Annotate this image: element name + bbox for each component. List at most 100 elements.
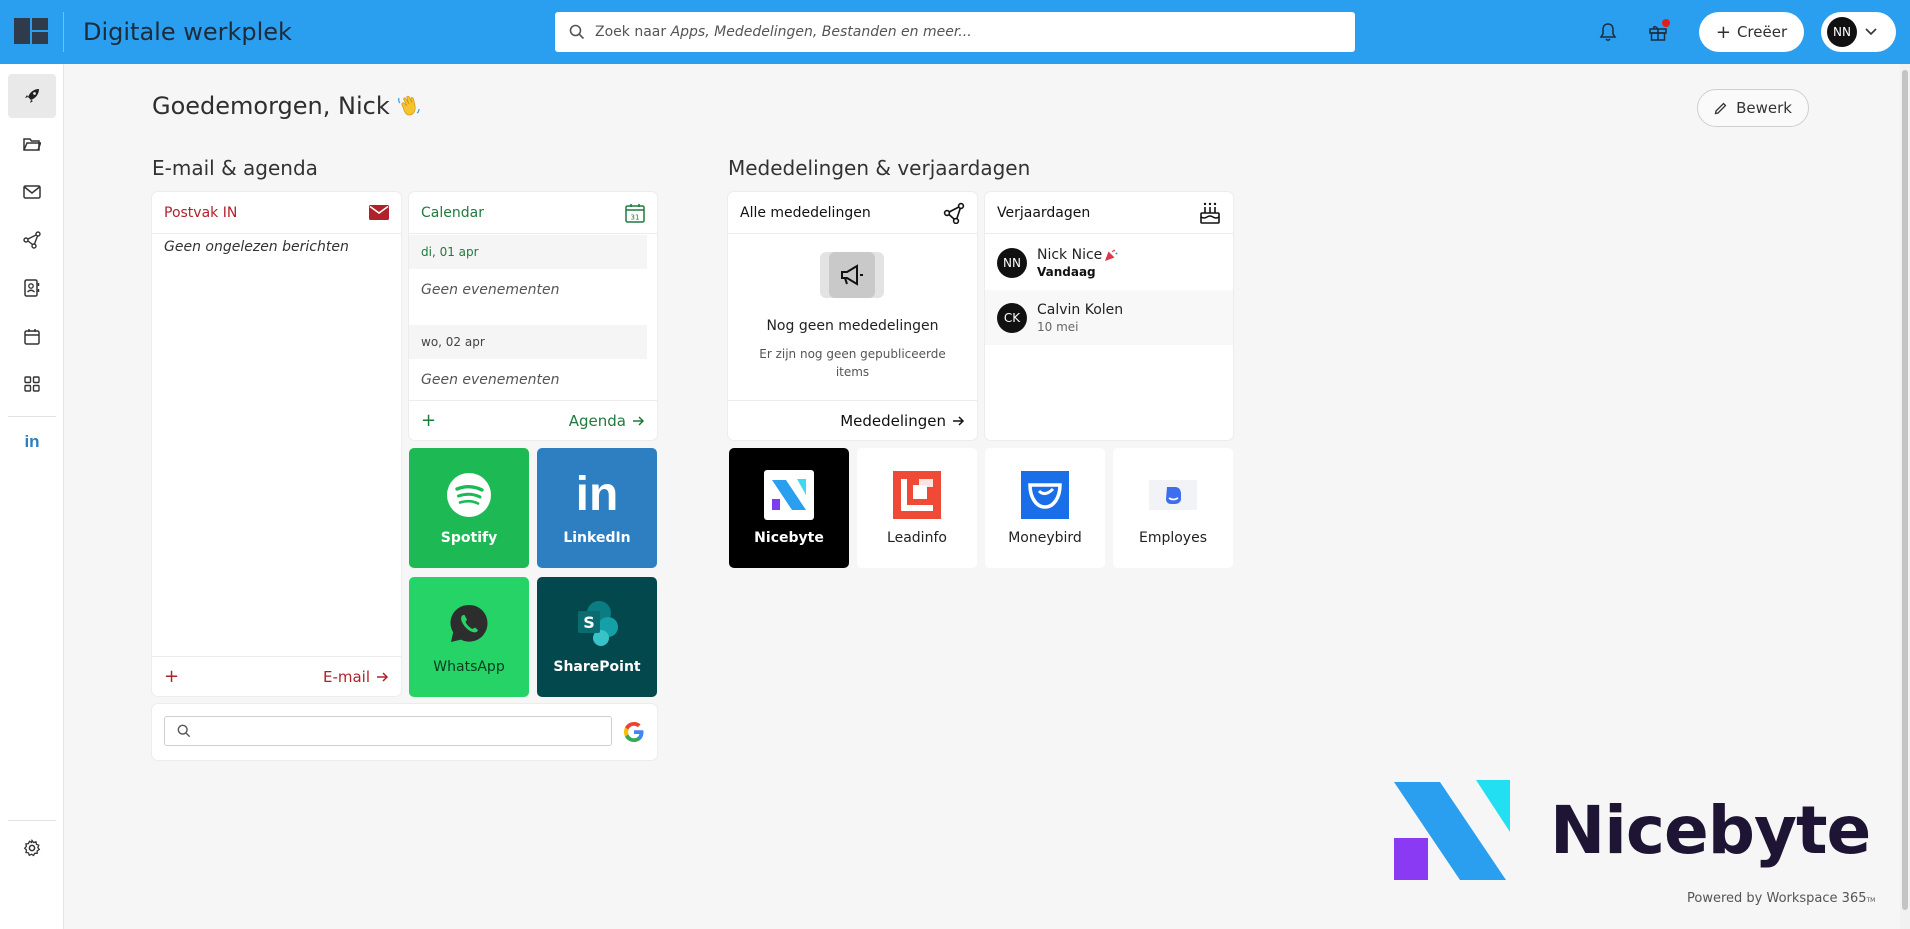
announcements-empty-text: Er zijn nog geen gepubliceerde items bbox=[759, 347, 946, 379]
powered-by-label: Powered by Workspace 365 bbox=[1687, 891, 1867, 906]
topbar-divider bbox=[63, 12, 64, 52]
sharepoint-icon: S bbox=[572, 599, 622, 649]
sidebar-item-contacts[interactable] bbox=[8, 266, 56, 310]
employes-icon bbox=[1148, 470, 1198, 520]
birthday-row[interactable]: NN Nick Nice Vandaag bbox=[985, 235, 1233, 290]
create-label: Creëer bbox=[1736, 23, 1788, 41]
leadinfo-icon bbox=[892, 470, 942, 520]
app-tile-label: Employes bbox=[1138, 530, 1208, 546]
share-nodes-icon bbox=[943, 202, 965, 224]
app-tile-moneybird[interactable]: Moneybird bbox=[985, 448, 1105, 568]
inbox-title: Postvak IN bbox=[164, 204, 238, 221]
sidebar-item-linkedin[interactable]: in bbox=[8, 420, 56, 464]
birthday-name: Calvin Kolen bbox=[1037, 301, 1124, 318]
megaphone-icon bbox=[820, 252, 884, 298]
app-tile-nicebyte[interactable]: Nicebyte bbox=[729, 448, 849, 568]
app-logo-icon[interactable] bbox=[14, 18, 48, 44]
app-tile-sharepoint[interactable]: S SharePoint bbox=[537, 577, 657, 697]
linkedin-logo-icon: in bbox=[575, 468, 619, 521]
arrow-right-icon bbox=[633, 415, 645, 426]
email-agenda-section-title: E-mail & agenda bbox=[152, 156, 318, 180]
user-menu-button[interactable]: NN bbox=[1821, 12, 1896, 52]
calendar-card-footer: + Agenda bbox=[409, 400, 657, 440]
app-tile-linkedin[interactable]: in LinkedIn bbox=[537, 448, 657, 568]
open-announcements-link[interactable]: Mededelingen bbox=[840, 412, 965, 430]
app-tile-employes[interactable]: Employes bbox=[1113, 448, 1233, 568]
new-email-button[interactable]: + bbox=[164, 666, 179, 687]
gift-icon[interactable] bbox=[1644, 18, 1672, 46]
greeting-text: Goedemorgen, Nick bbox=[152, 92, 390, 120]
inbox-card-footer: + E-mail bbox=[152, 656, 401, 696]
open-email-link[interactable]: E-mail bbox=[323, 668, 389, 686]
open-agenda-link[interactable]: Agenda bbox=[569, 412, 645, 430]
plus-icon: + bbox=[1715, 21, 1731, 43]
sidebar-item-home[interactable] bbox=[8, 74, 56, 118]
calendar-day-header: di, 01 apr bbox=[409, 235, 647, 269]
gear-icon bbox=[23, 839, 41, 857]
user-avatar: NN bbox=[1827, 17, 1857, 47]
waving-hand-icon bbox=[397, 95, 420, 116]
app-tile-label: Spotify bbox=[440, 530, 498, 546]
contacts-icon bbox=[24, 279, 40, 297]
apps-grid-icon bbox=[24, 376, 40, 392]
calendar-title: Calendar bbox=[421, 204, 484, 221]
edit-button[interactable]: Bewerk bbox=[1697, 89, 1809, 127]
birthday-cake-icon bbox=[1200, 202, 1220, 224]
app-title: Digitale werkplek bbox=[83, 18, 292, 46]
app-tile-whatsapp[interactable]: WhatsApp bbox=[409, 577, 529, 697]
party-popper-icon bbox=[1105, 249, 1118, 261]
app-tile-label: Nicebyte bbox=[754, 530, 824, 546]
calendar-day-empty: Geen evenementen bbox=[421, 372, 560, 388]
open-announcements-label: Mededelingen bbox=[840, 411, 946, 430]
sidebar-item-settings[interactable] bbox=[8, 826, 56, 870]
birthdays-card-header[interactable]: Verjaardagen bbox=[985, 192, 1233, 234]
app-tile-spotify[interactable]: Spotify bbox=[409, 448, 529, 568]
sidebar-item-apps[interactable] bbox=[8, 362, 56, 406]
google-search-input[interactable] bbox=[164, 716, 612, 746]
search-icon bbox=[569, 24, 585, 40]
sidebar-item-files[interactable] bbox=[8, 122, 56, 166]
brand-name: Nicebyte bbox=[1550, 792, 1871, 869]
announcements-title: Alle mededelingen bbox=[740, 204, 871, 221]
nicebyte-icon bbox=[764, 470, 814, 520]
open-email-label: E-mail bbox=[322, 667, 370, 686]
moneybird-icon bbox=[1020, 470, 1070, 520]
rocket-icon bbox=[25, 89, 39, 103]
inbox-card-header[interactable]: Postvak IN bbox=[152, 192, 401, 234]
birthday-name-line: Nick Nice bbox=[1037, 247, 1118, 263]
svg-text:S: S bbox=[583, 613, 595, 632]
google-search-card bbox=[152, 704, 657, 760]
birthday-date: Vandaag bbox=[1037, 264, 1096, 279]
app-tile-label: LinkedIn bbox=[563, 530, 631, 546]
bell-icon[interactable] bbox=[1594, 18, 1622, 46]
sidebar-item-share[interactable] bbox=[8, 218, 56, 262]
announcements-card: Alle mededelingen Nog geen mededelingen … bbox=[728, 192, 977, 440]
calendar-card: Calendar 31 di, 01 apr Geen evenementen … bbox=[409, 192, 657, 440]
spotify-icon bbox=[444, 470, 494, 520]
birthday-row[interactable]: CK Calvin Kolen 10 mei bbox=[985, 290, 1233, 345]
google-icon[interactable] bbox=[622, 720, 646, 748]
left-sidebar: in bbox=[0, 64, 64, 929]
envelope-icon bbox=[369, 205, 389, 220]
inbox-empty-text: Geen ongelezen berichten bbox=[164, 239, 349, 255]
announcements-card-header[interactable]: Alle mededelingen bbox=[728, 192, 977, 234]
calendar-day-empty: Geen evenementen bbox=[421, 282, 560, 298]
calendar-date-icon: 31 bbox=[625, 203, 645, 223]
birthday-details: Nick Nice Vandaag bbox=[1037, 247, 1118, 279]
share-icon bbox=[23, 231, 41, 249]
app-tile-label: Moneybird bbox=[1008, 530, 1082, 546]
sidebar-item-calendar[interactable] bbox=[8, 314, 56, 358]
sidebar-item-mail[interactable] bbox=[8, 170, 56, 214]
scrollbar-thumb[interactable] bbox=[1902, 70, 1908, 910]
notification-dot bbox=[1662, 19, 1670, 27]
folder-icon bbox=[23, 138, 41, 151]
global-search-input[interactable]: Zoek naar Apps, Mededelingen, Bestanden … bbox=[555, 12, 1355, 52]
calendar-card-header[interactable]: Calendar 31 bbox=[409, 192, 657, 234]
svg-text:31: 31 bbox=[631, 213, 640, 221]
create-button[interactable]: + Creëer bbox=[1699, 12, 1804, 52]
app-tile-label: SharePoint bbox=[553, 659, 641, 675]
nicebyte-logo-icon bbox=[1394, 780, 1512, 886]
app-tile-leadinfo[interactable]: Leadinfo bbox=[857, 448, 977, 568]
new-event-button[interactable]: + bbox=[421, 410, 436, 431]
pencil-icon bbox=[1714, 102, 1727, 115]
